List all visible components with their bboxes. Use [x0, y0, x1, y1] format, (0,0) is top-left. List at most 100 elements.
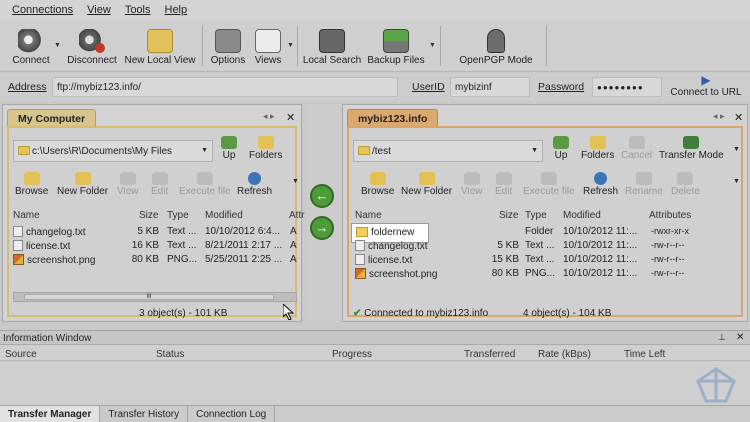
tab-connection-log[interactable]: Connection Log [188, 406, 276, 422]
col-time-left[interactable]: Time Left [624, 349, 665, 360]
local-browse-button[interactable]: Browse [15, 172, 48, 197]
col-attr[interactable]: Attr [289, 210, 305, 221]
col-source[interactable]: Source [5, 349, 37, 360]
col-modified[interactable]: Modified [205, 210, 243, 221]
file-name: screenshot.png [355, 268, 437, 280]
remote-execute-file-button[interactable]: Execute file [523, 172, 575, 197]
remote-folders-button[interactable]: Folders [581, 136, 614, 161]
menu-connections[interactable]: Connections [12, 4, 73, 16]
disconnect-button[interactable]: Disconnect [64, 22, 120, 70]
col-type[interactable]: Type [167, 210, 189, 221]
openpgp-mode-button[interactable]: OpenPGP Mode [456, 22, 536, 70]
remote-refresh-button[interactable]: Refresh [583, 172, 618, 197]
remote-new-folder-button[interactable]: New Folder [401, 172, 452, 197]
chevron-down-icon[interactable]: ▼ [531, 147, 538, 154]
backup-files-button[interactable]: Backup Files [366, 22, 426, 70]
menu-tools[interactable]: Tools [125, 4, 151, 16]
local-up-button[interactable]: Up [221, 136, 237, 161]
file-type: Folder [525, 226, 554, 237]
remote-up-button[interactable]: Up [553, 136, 569, 161]
new-local-view-button[interactable]: New Local View [122, 22, 198, 70]
info-window-header: Information Window ⊥ ✕ [0, 331, 750, 345]
folder-icon [18, 146, 30, 155]
col-modified[interactable]: Modified [563, 210, 601, 221]
pin-icon[interactable]: ⊥ [718, 332, 726, 343]
local-edit-button[interactable]: Edit [151, 172, 168, 197]
connect-dropdown-icon[interactable]: ▼ [54, 42, 61, 49]
table-row[interactable]: changelog.txt 5 KB Text ... 10/10/2012 6… [11, 226, 301, 240]
table-row[interactable]: screenshot.png 80 KB PNG... 10/10/2012 1… [351, 268, 743, 282]
col-status[interactable]: Status [156, 349, 184, 360]
local-refresh-button[interactable]: Refresh [237, 172, 272, 197]
menu-help[interactable]: Help [165, 4, 188, 16]
views-button[interactable]: Views [252, 22, 284, 70]
password-input[interactable]: ●●●●●●●● [592, 77, 662, 97]
userid-input[interactable]: mybizinf [450, 77, 530, 97]
file-size: 80 KB [131, 254, 159, 265]
tab-transfer-manager[interactable]: Transfer Manager [0, 406, 101, 422]
col-attributes[interactable]: Attributes [649, 210, 691, 221]
col-progress[interactable]: Progress [332, 349, 372, 360]
file-size: 5 KB [137, 226, 159, 237]
local-panel-title: My Computer [7, 109, 97, 127]
password-label: Password [538, 81, 585, 93]
panel-nav-icon[interactable]: ◂ ▸ [713, 111, 725, 122]
toolbar-separator [546, 26, 547, 66]
options-button[interactable]: Options [206, 22, 250, 70]
remote-path-field[interactable]: /test ▼ [353, 140, 543, 162]
remote-cancel-button[interactable]: Cancel [621, 136, 652, 161]
remote-browse-button[interactable]: Browse [361, 172, 394, 197]
file-modified: 5/25/2011 2:25 ... [205, 254, 283, 265]
remote-delete-button[interactable]: Delete [671, 172, 700, 197]
col-transferred[interactable]: Transferred [464, 349, 515, 360]
table-row[interactable]: changelog.txt 5 KB Text ... 10/10/2012 1… [351, 240, 743, 254]
toolbar-overflow-icon[interactable]: ▼ [733, 178, 740, 185]
scrollbar-thumb[interactable]: III [24, 294, 274, 300]
connect-to-url-button[interactable]: ▶ Connect to URL [666, 73, 746, 101]
transfer-mode-button[interactable]: Transfer Mode [659, 136, 724, 161]
image-file-icon [355, 268, 366, 279]
transfer-mode-dropdown-icon[interactable]: ▼ [733, 146, 740, 153]
table-row[interactable]: license.txt 15 KB Text ... 10/10/2012 11… [351, 254, 743, 268]
connect-button[interactable]: Connect [8, 22, 54, 70]
table-row[interactable]: screenshot.png 80 KB PNG... 5/25/2011 2:… [11, 254, 301, 268]
refresh-icon [594, 172, 607, 185]
toolbar-overflow-icon[interactable]: ▼ [292, 178, 299, 185]
col-name[interactable]: Name [13, 210, 40, 221]
col-rate[interactable]: Rate (kBps) [538, 349, 591, 360]
views-dropdown-icon[interactable]: ▼ [287, 42, 294, 49]
panel-nav-icon[interactable]: ◂ ▸ [263, 111, 275, 122]
local-panel-frame: c:\Users\R\Documents\My Files ▼ Up Folde… [7, 126, 305, 319]
local-execute-file-button[interactable]: Execute file [179, 172, 231, 197]
local-path-field[interactable]: c:\Users\R\Documents\My Files ▼ [13, 140, 213, 162]
col-type[interactable]: Type [525, 210, 547, 221]
local-view-button[interactable]: View [117, 172, 139, 197]
file-attr: -rw-r--r-- [651, 254, 685, 264]
local-search-button[interactable]: Local Search [302, 22, 362, 70]
upload-left-arrow-icon[interactable]: ← [310, 184, 334, 208]
remote-rename-button[interactable]: Rename [625, 172, 663, 197]
download-right-arrow-icon[interactable]: → [310, 216, 334, 240]
close-icon[interactable]: ✕ [734, 111, 743, 124]
bottom-tabs: Transfer Manager Transfer History Connec… [0, 405, 750, 422]
table-row-selected[interactable]: foldernew Folder 10/10/2012 11:... -rwxr… [351, 223, 743, 243]
local-new-folder-button[interactable]: New Folder [57, 172, 108, 197]
tab-transfer-history[interactable]: Transfer History [100, 406, 189, 422]
col-size[interactable]: Size [139, 210, 158, 221]
remote-view-button[interactable]: View [461, 172, 483, 197]
app-logo-icon [696, 367, 736, 403]
local-folders-button[interactable]: Folders [249, 136, 282, 161]
col-name[interactable]: Name [355, 210, 382, 221]
horizontal-scrollbar[interactable]: III [13, 292, 297, 302]
table-row[interactable]: license.txt 16 KB Text ... 8/21/2011 2:1… [11, 240, 301, 254]
close-icon[interactable]: ✕ [286, 111, 295, 124]
backup-dropdown-icon[interactable]: ▼ [429, 42, 436, 49]
file-type: PNG... [167, 254, 198, 265]
info-window-title: Information Window [3, 333, 92, 344]
chevron-down-icon[interactable]: ▼ [201, 147, 208, 154]
close-icon[interactable]: ✕ [736, 332, 744, 343]
menu-view[interactable]: View [87, 4, 111, 16]
col-size[interactable]: Size [499, 210, 518, 221]
address-input[interactable]: ftp://mybiz123.info/ [52, 77, 398, 97]
remote-edit-button[interactable]: Edit [495, 172, 512, 197]
